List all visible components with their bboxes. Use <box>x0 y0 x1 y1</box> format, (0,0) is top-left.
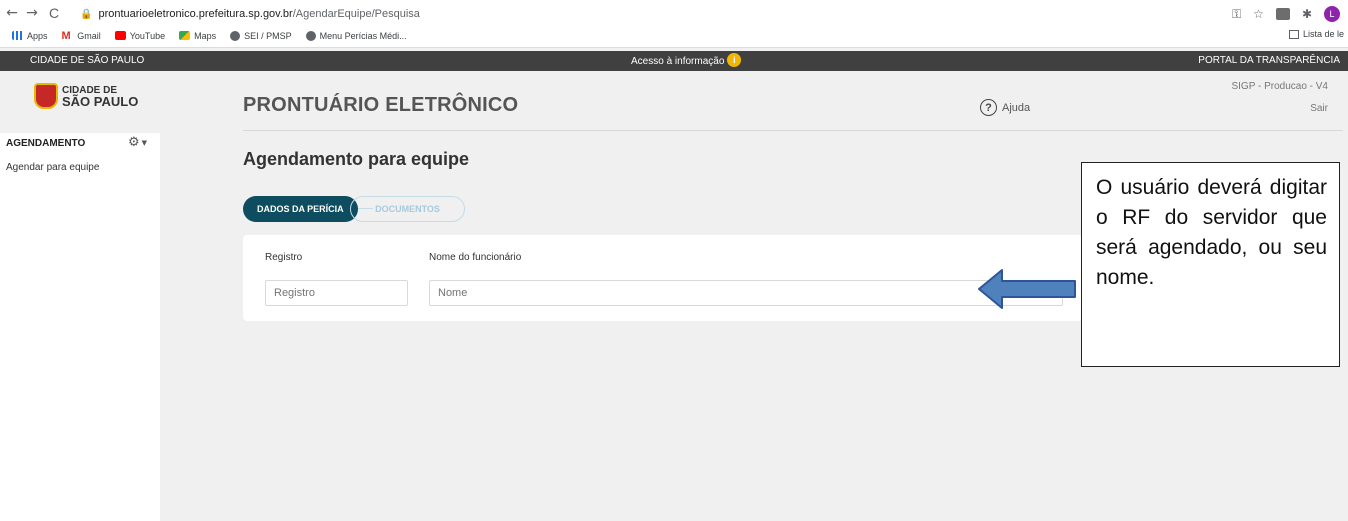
forward-icon[interactable]: → <box>24 5 40 21</box>
tab-dados-pericia[interactable]: DADOS DA PERÍCIA <box>243 196 358 222</box>
system-version: SIGP - Producao - V4 <box>1231 81 1328 92</box>
lock-icon: 🔒 <box>80 8 93 20</box>
app-title: PRONTUÁRIO ELETRÔNICO <box>243 94 519 116</box>
bookmark-youtube[interactable]: YouTube <box>114 31 165 41</box>
info-icon: i <box>727 53 742 67</box>
tab-documentos[interactable]: DOCUMENTOS <box>350 196 465 222</box>
app-header: CIDADE DE SÃO PAULO PRONTUÁRIO ELETRÔNIC… <box>0 71 1348 133</box>
step-tabs: DADOS DA PERÍCIA DOCUMENTOS <box>243 196 483 222</box>
registro-input[interactable] <box>265 280 408 306</box>
globe-icon <box>305 30 316 41</box>
header-divider <box>243 130 1343 131</box>
city-link[interactable]: CIDADE DE SÃO PAULO <box>30 55 144 66</box>
help-icon: ? <box>980 99 997 116</box>
star-icon[interactable]: ☆ <box>1253 7 1264 21</box>
address-bar[interactable]: 🔒 prontuarioeletronico.prefeitura.sp.gov… <box>80 4 420 24</box>
bookmarks-bar: Apps M Gmail YouTube Maps SEI / PMSP Men… <box>0 24 1348 48</box>
apps-grid-icon <box>12 31 23 40</box>
reading-list[interactable]: Lista de le <box>1288 29 1344 39</box>
chevron-down-icon: ▼ <box>141 138 148 147</box>
transparency-portal-link[interactable]: PORTAL DA TRANSPARÊNCIA <box>1198 55 1340 66</box>
bookmark-gmail[interactable]: M Gmail <box>62 30 101 42</box>
registro-label: Registro <box>265 252 303 263</box>
url-domain: prontuarioeletronico.prefeitura.sp.gov.b… <box>98 8 293 20</box>
gmail-icon: M <box>61 29 71 42</box>
gov-top-bar: CIDADE DE SÃO PAULO Acesso à informação … <box>0 51 1348 71</box>
logo-line-2: SÃO PAULO <box>62 94 139 109</box>
city-crest-icon <box>34 83 58 109</box>
sidebar: AGENDAMENTO ⚙ ▼ Agendar para equipe <box>0 133 160 521</box>
bookmark-sei[interactable]: SEI / PMSP <box>230 30 292 41</box>
back-icon[interactable]: ← <box>4 5 20 21</box>
annotation-callout: O usuário deverá digitar o RF do servido… <box>1081 162 1340 367</box>
key-icon[interactable]: ⚿ <box>1232 7 1241 22</box>
search-form-card: Registro Nome do funcionário <box>243 235 1083 321</box>
gear-icon: ⚙ <box>128 135 140 150</box>
access-info-link[interactable]: Acesso à informação i <box>631 53 742 67</box>
reload-icon[interactable]: C <box>46 5 62 21</box>
globe-icon <box>230 30 241 41</box>
annotation-arrow-shape <box>978 269 1076 309</box>
nome-label: Nome do funcionário <box>429 252 522 263</box>
extensions-area: ⚿ ☆ ✱ L <box>1232 6 1340 22</box>
bookmark-pericias[interactable]: Menu Perícias Médi... <box>305 30 407 41</box>
maps-icon <box>179 31 191 40</box>
page-title: Agendamento para equipe <box>243 149 470 169</box>
reading-list-icon <box>1288 29 1299 39</box>
bookmark-maps[interactable]: Maps <box>179 31 216 41</box>
logout-link[interactable]: Sair <box>1310 103 1328 114</box>
profile-avatar[interactable]: L <box>1324 6 1340 22</box>
sidebar-item-agendar-equipe[interactable]: Agendar para equipe <box>6 162 99 173</box>
help-link[interactable]: ? Ajuda <box>980 99 1030 116</box>
url-path: /AgendarEquipe/Pesquisa <box>292 8 420 20</box>
city-logo[interactable]: CIDADE DE SÃO PAULO <box>34 83 138 109</box>
puzzle-icon[interactable]: ✱ <box>1302 7 1312 21</box>
annotation-arrow <box>978 269 1076 309</box>
bookmark-apps[interactable]: Apps <box>12 31 48 41</box>
extension-icon[interactable] <box>1275 8 1290 20</box>
youtube-icon <box>114 31 126 40</box>
nome-input[interactable] <box>429 280 1063 306</box>
sidebar-settings-button[interactable]: ⚙ ▼ <box>128 135 147 150</box>
sidebar-heading: AGENDAMENTO <box>6 138 86 149</box>
